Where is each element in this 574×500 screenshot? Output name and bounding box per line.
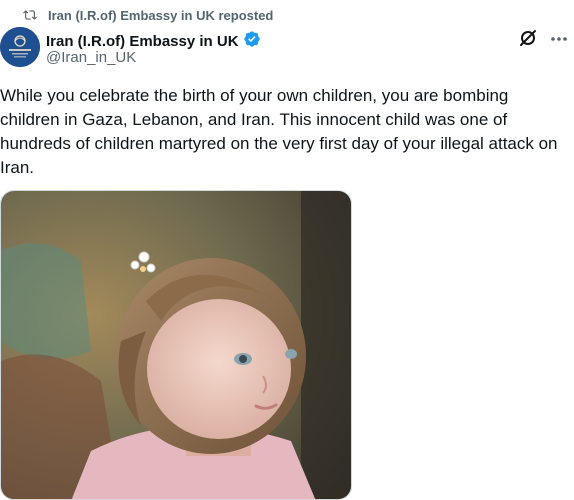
verified-badge-icon [243, 30, 261, 52]
more-icon[interactable] [549, 29, 569, 47]
photo-of-toddler-with-hair-clip [1, 191, 351, 499]
grok-icon[interactable] [519, 29, 537, 47]
repost-icon [22, 8, 38, 22]
tweet-text: While you celebrate the birth of your ow… [0, 86, 558, 177]
author-handle[interactable]: @Iran_in_UK [46, 49, 136, 66]
repost-label: Iran (I.R.of) Embassy in UK reposted [48, 7, 274, 23]
author-name[interactable]: Iran (I.R.of) Embassy in UK [46, 33, 239, 50]
tweet-media-photo[interactable] [0, 190, 352, 500]
avatar[interactable] [0, 27, 40, 67]
repost-indicator[interactable]: Iran (I.R.of) Embassy in UK reposted [22, 6, 273, 24]
